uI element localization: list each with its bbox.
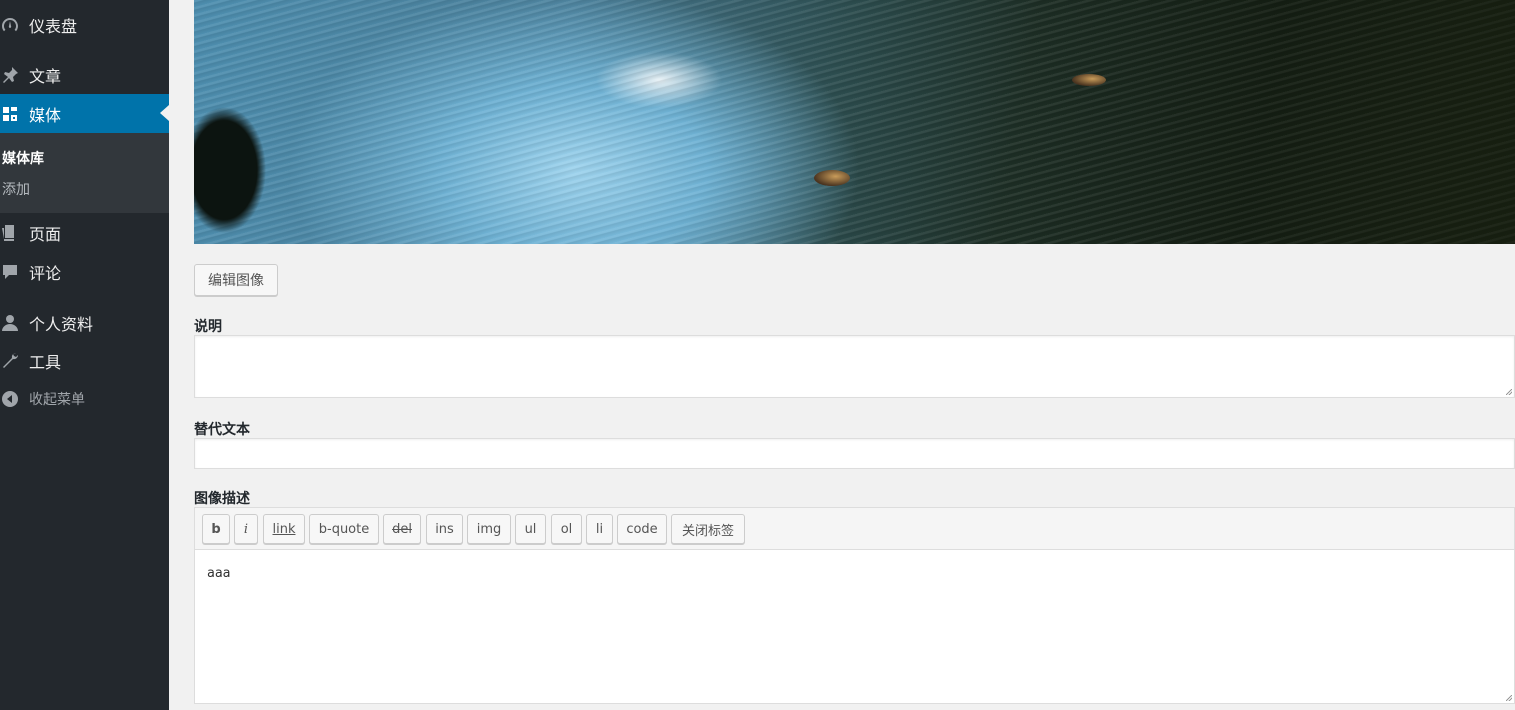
img-button[interactable]: img: [467, 514, 511, 544]
sidebar-item-label: 页面: [29, 225, 62, 244]
description-textarea[interactable]: aaa: [194, 549, 1515, 704]
sidebar-item-comments[interactable]: 评论: [0, 253, 169, 291]
collapse-menu-button[interactable]: 收起菜单: [0, 380, 169, 418]
ins-button[interactable]: ins: [426, 514, 463, 544]
ol-button[interactable]: ol: [551, 514, 582, 544]
media-icon: [0, 104, 20, 124]
sidebar-item-label: 评论: [29, 264, 62, 283]
sidebar-item-label: 个人资料: [29, 315, 94, 334]
resize-handle-icon[interactable]: [1506, 695, 1512, 701]
duck: [814, 170, 850, 186]
dashboard-icon: [0, 15, 20, 35]
user-icon: [0, 313, 20, 333]
duck: [1072, 74, 1106, 86]
close-tags-button[interactable]: 关闭标签: [671, 514, 745, 544]
sidebar-item-posts[interactable]: 文章: [0, 56, 169, 94]
caption-textarea[interactable]: [194, 335, 1515, 398]
sidebar-item-media[interactable]: 媒体: [0, 94, 169, 133]
edit-image-button[interactable]: 编辑图像: [194, 264, 278, 296]
link-button[interactable]: link: [263, 514, 305, 544]
sidebar-item-dashboard[interactable]: 仪表盘: [0, 6, 169, 44]
sidebar-item-label: 文章: [29, 67, 62, 86]
code-button[interactable]: code: [617, 514, 667, 544]
sidebar-item-profile[interactable]: 个人资料: [0, 304, 169, 342]
submenu-item-add[interactable]: 添加: [2, 179, 30, 199]
sidebar-item-label: 收起菜单: [29, 392, 85, 408]
alt-text-input[interactable]: [194, 438, 1515, 469]
admin-sidebar: 仪表盘 文章 媒体 媒体库 添加 页面 评论 个人资料 工具 收起菜单: [0, 0, 169, 710]
sidebar-item-label: 媒体: [29, 105, 62, 125]
wrench-icon: [0, 351, 20, 371]
comment-icon: [0, 262, 20, 282]
quicktags-toolbar: b i link b-quote del ins img ul ol li co…: [194, 507, 1515, 549]
sidebar-item-pages[interactable]: 页面: [0, 214, 169, 252]
caption-label: 说明: [194, 319, 222, 335]
del-button[interactable]: del: [383, 514, 421, 544]
description-label: 图像描述: [194, 491, 250, 507]
sidebar-item-label: 仪表盘: [29, 17, 78, 36]
ul-button[interactable]: ul: [515, 514, 546, 544]
collapse-icon: [0, 389, 20, 409]
bold-button[interactable]: b: [202, 514, 230, 544]
li-button[interactable]: li: [586, 514, 613, 544]
sidebar-item-label: 工具: [29, 353, 62, 372]
submenu-item-library[interactable]: 媒体库: [2, 148, 44, 168]
page-icon: [0, 223, 20, 243]
pin-icon: [0, 65, 20, 85]
description-text: aaa: [207, 566, 231, 581]
image-preview: [194, 0, 1515, 244]
blockquote-button[interactable]: b-quote: [309, 514, 379, 544]
resize-handle-icon[interactable]: [1506, 389, 1512, 395]
sidebar-item-tools[interactable]: 工具: [0, 342, 169, 380]
alt-text-label: 替代文本: [194, 422, 250, 438]
italic-button[interactable]: i: [234, 514, 258, 544]
media-submenu: 媒体库 添加: [0, 133, 169, 213]
